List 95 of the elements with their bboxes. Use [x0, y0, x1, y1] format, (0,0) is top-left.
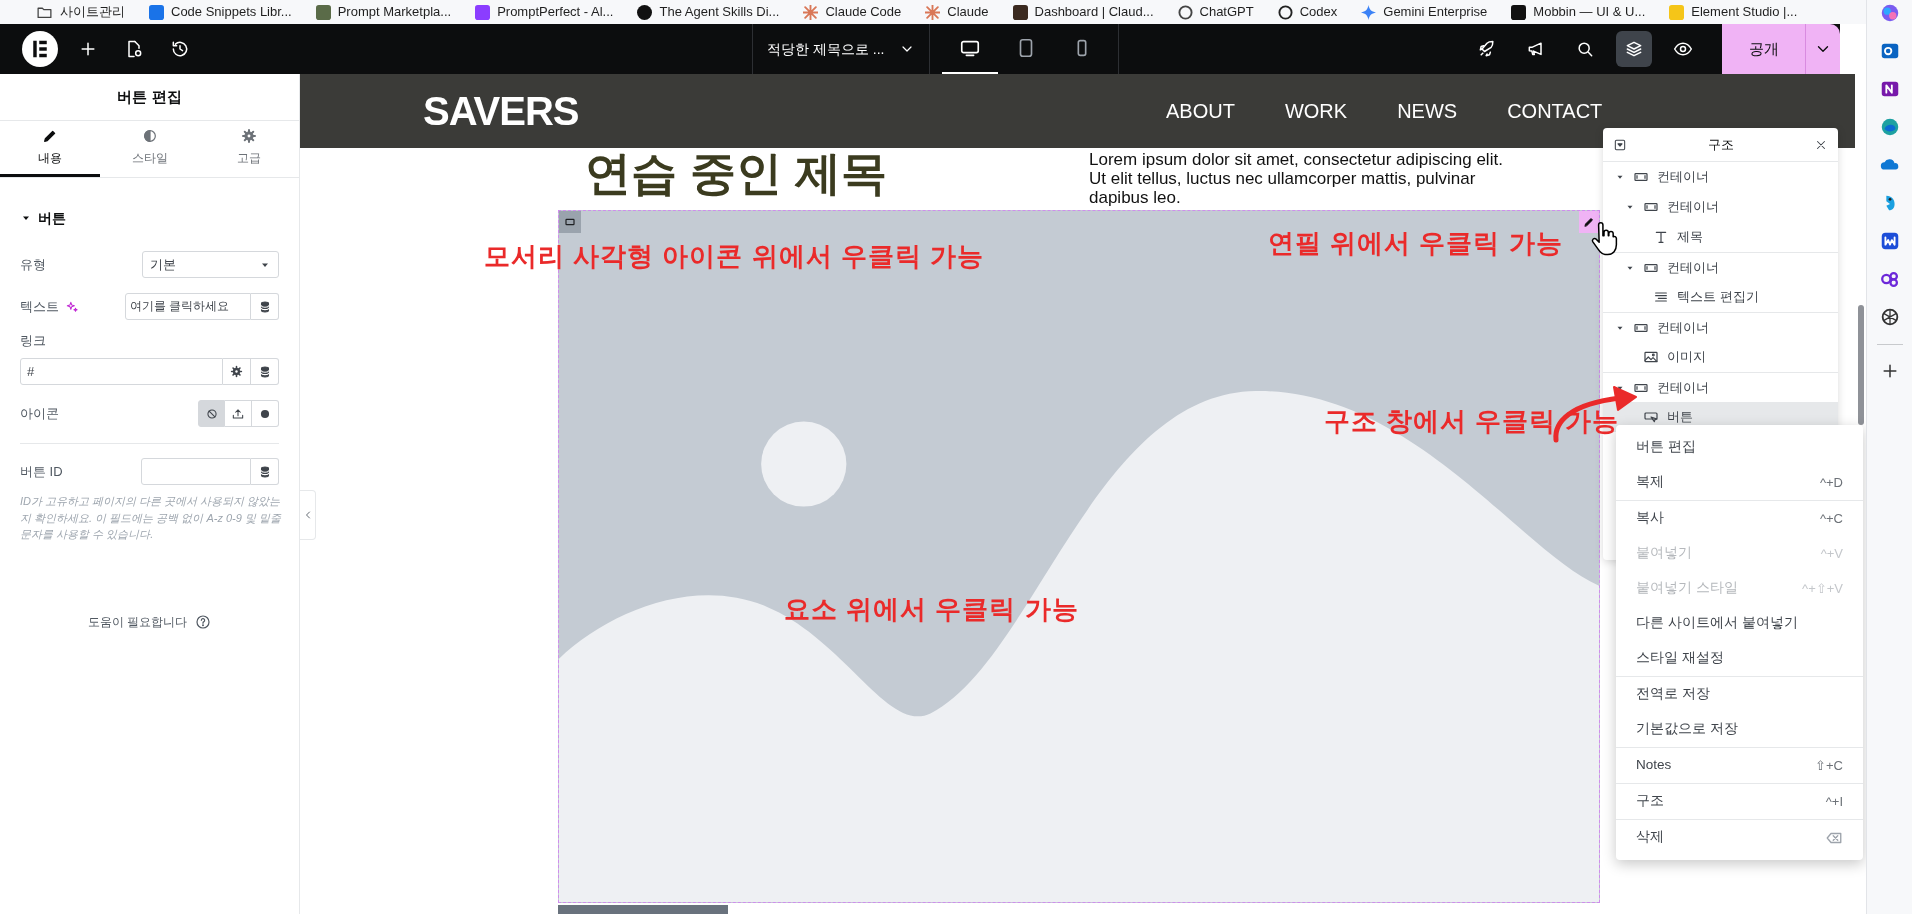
annotation-text: 요소 위에서 우클릭 가능	[784, 596, 1079, 622]
shortcut-hint: ^+⇧+V	[1802, 579, 1843, 598]
help-link[interactable]: 도움이 필요합니다	[87, 612, 212, 631]
icon-choice-button[interactable]	[252, 400, 279, 427]
pencil-icon	[41, 128, 58, 144]
bookmark-item[interactable]: Codex	[1277, 2, 1338, 22]
field-label: 버튼 ID	[20, 462, 63, 481]
pencil-icon	[1583, 216, 1595, 228]
menu-item[interactable]: 삭제	[1616, 820, 1863, 855]
text-lines-icon	[1653, 289, 1669, 305]
panel-title: 버튼 편집	[117, 86, 182, 107]
link-options-button[interactable]	[223, 358, 252, 385]
shortcut-hint: ^+D	[1819, 473, 1843, 492]
bookmark-item[interactable]: PromptPerfect - Al...	[475, 2, 614, 22]
body-paragraph: Lorem ipsum dolor sit amet, consectetur adipiscing elit. Ut elit tellus, luctus nec ullamcorper mattis, pulvinar dapibus leo.	[1089, 150, 1504, 208]
panel-tab[interactable]: 내용	[0, 121, 100, 177]
publish-button[interactable]: 공개	[1722, 24, 1805, 74]
elementor-logo[interactable]	[22, 31, 58, 67]
annotation-text: 모서리 사각형 아이콘 위에서 우클릭 가능	[484, 243, 985, 269]
bookmark-item[interactable]: Element Studio |...	[1669, 2, 1798, 22]
menu-item[interactable]: 복제 ^+D	[1616, 465, 1863, 500]
field-label: 링크	[20, 332, 46, 351]
menu-item[interactable]: 다른 사이트에서 붙여넣기	[1616, 606, 1863, 641]
help-icon	[195, 613, 212, 630]
panel-tab[interactable]: 고급	[199, 121, 299, 177]
tree-item[interactable]: 컨테이너	[1603, 252, 1838, 282]
field-label: 텍스트	[20, 297, 59, 316]
bookmark-item[interactable]: Dashboard | Claud...	[1012, 2, 1154, 22]
shortcut-hint: ^+I	[1825, 792, 1843, 811]
tree-item[interactable]: 컨테이너	[1603, 372, 1838, 402]
site-logo[interactable]: SAVERS	[423, 88, 579, 133]
gear-icon	[241, 128, 258, 144]
collapse-icon[interactable]	[1613, 137, 1627, 152]
tree-item[interactable]: 이미지	[1603, 342, 1838, 372]
field-label: 유형	[20, 255, 46, 274]
dynamic-tags-button[interactable]	[251, 358, 279, 385]
bookmark-item[interactable]: The Agent Skills Di...	[637, 2, 780, 22]
panel-tab[interactable]: 스타일	[99, 121, 200, 177]
panel-title: 구조	[1707, 135, 1734, 154]
button-cursor-icon	[1643, 409, 1659, 425]
edit-widget-button[interactable]	[1579, 211, 1599, 233]
bookmark-item[interactable]: Gemini Enterprise	[1361, 2, 1488, 22]
menu-item[interactable]: 구조 ^+I	[1616, 784, 1863, 819]
search-icon	[1575, 39, 1595, 59]
tree-item[interactable]: 컨테이너	[1603, 192, 1838, 222]
tree-item[interactable]: 컨테이너	[1603, 312, 1838, 342]
bookmark-item[interactable]: Code Snippets Libr...	[149, 2, 292, 22]
shortcut-hint: ^+C	[1819, 509, 1843, 528]
layers-icon	[1624, 39, 1644, 59]
history-icon[interactable]	[170, 39, 190, 59]
annotation-text: 연필 위에서 우클릭 가능	[1268, 230, 1563, 256]
tree-item[interactable]: 컨테이너	[1603, 162, 1838, 192]
text-field[interactable]: 여기를 클릭하세요	[125, 293, 251, 320]
image-icon	[1643, 349, 1659, 365]
icon-choice-button[interactable]	[198, 400, 225, 427]
page-heading: 연습 중인 제목	[585, 150, 888, 201]
bookmark-item[interactable]: Mobbin — UI & U...	[1511, 2, 1646, 22]
layers-button[interactable]	[1616, 31, 1652, 67]
type-select[interactable]: 기본	[142, 251, 279, 278]
nav-link[interactable]: NEWS	[1397, 96, 1458, 126]
menu-item[interactable]: 버튼 편집	[1616, 430, 1863, 465]
dynamic-tags-button[interactable]	[251, 293, 279, 320]
ai-sparkle-icon[interactable]	[65, 299, 79, 314]
menu-item[interactable]: Notes ⇧+C	[1616, 748, 1863, 783]
field-label: 아이콘	[20, 404, 59, 423]
eye-icon	[1673, 39, 1693, 59]
container-handle-button[interactable]	[559, 211, 581, 233]
help-text: ID가 고유하고 페이지의 다른 곳에서 사용되지 않았는지 확인하세요. 이 필드에는 공백 없이 A-z 0-9 및 밑줄 문자를 사용할 수 있습니다.	[20, 494, 282, 542]
menu-item[interactable]: 복사 ^+C	[1616, 501, 1863, 536]
shortcut-hint: ^+V	[1820, 544, 1843, 563]
bookmark-item[interactable]: Claude Code	[803, 2, 902, 22]
nav-link[interactable]: WORK	[1284, 96, 1348, 126]
menu-item[interactable]: 기본값으로 저장	[1616, 712, 1863, 747]
upload-icon	[231, 406, 245, 421]
scrollbar-thumb[interactable]	[1858, 305, 1864, 425]
bookmark-item[interactable]: Claude	[925, 2, 989, 22]
id-field[interactable]	[141, 458, 251, 485]
nav-link[interactable]: CONTACT	[1507, 96, 1603, 126]
heading-icon	[1653, 229, 1669, 245]
shortcut-hint: ⇧+C	[1815, 756, 1843, 775]
bookmark-item[interactable]: 사이트관리	[36, 2, 125, 22]
link-field[interactable]: #	[20, 358, 224, 385]
section-header[interactable]: 버튼	[20, 206, 279, 230]
publish-options-button[interactable]	[1805, 24, 1840, 74]
dynamic-tags-button[interactable]	[251, 458, 279, 485]
nav-link[interactable]: ABOUT	[1166, 96, 1235, 126]
ban-icon	[204, 406, 219, 421]
bookmark-item[interactable]: Prompt Marketpla...	[315, 2, 452, 22]
menu-item[interactable]: 전역로 저장	[1616, 677, 1863, 712]
contrast-icon	[141, 128, 158, 144]
rocket-icon	[1477, 39, 1497, 59]
bookmark-item[interactable]: ChatGPT	[1177, 2, 1254, 22]
gear-icon	[230, 365, 244, 378]
tree-item[interactable]: 텍스트 편집기	[1603, 282, 1838, 312]
menu-item[interactable]: 스타일 재설정	[1616, 641, 1863, 676]
